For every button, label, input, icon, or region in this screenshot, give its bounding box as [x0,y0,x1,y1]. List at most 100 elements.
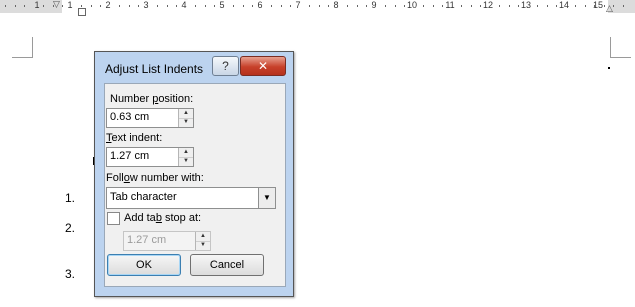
ruler-number: 4 [181,0,187,10]
adjust-list-indents-dialog: Adjust List Indents ? ✕ Number position:… [94,51,294,297]
ruler-tick [366,5,367,7]
ruler-tick [328,5,329,7]
spin-down-icon: ▼ [200,242,206,248]
ruler-tick [480,5,481,7]
ruler-tick [119,5,120,7]
ruler-tick [499,5,500,7]
dialog-title: Adjust List Indents [105,62,204,76]
ruler-tick [509,5,510,7]
ruler-number: 2 [105,0,111,10]
ruler-tick [442,5,443,7]
add-tab-stop-checkbox[interactable] [107,212,120,225]
ruler-tick [271,5,272,7]
ruler-tick [357,5,358,7]
ruler-tick [176,5,177,7]
cancel-button[interactable]: Cancel [190,254,264,276]
ruler-tick [319,5,320,7]
ruler-tick [547,5,548,7]
ruler-tick [385,5,386,7]
text-cursor-mark [608,67,610,69]
ruler-tick [233,5,234,7]
ruler-tick [585,5,586,7]
ruler-tick [594,5,595,7]
ruler-tick [575,5,576,7]
list-number-2: 2. [65,221,76,235]
ruler-tick [347,5,348,7]
ruler-tick [138,5,139,7]
ruler-tick [461,5,462,7]
ruler-tick [205,5,206,7]
ruler-tick [556,5,557,7]
spin-down-icon[interactable]: ▼ [179,118,193,127]
ruler-tick [91,5,92,7]
ruler-number: 8 [333,0,339,10]
ruler-tick [243,5,244,7]
horizontal-ruler[interactable]: 1 1 2 3 4 5 6 7 8 9 10 11 12 13 14 15 ▽ △ [0,0,635,16]
ruler-number: 6 [257,0,263,10]
tab-stop-spinner: 1.27 cm ▲ ▼ [123,231,211,251]
list-number-1: 1. [65,191,76,205]
tab-stop-arrows: ▲ ▼ [195,232,210,250]
ruler-tick [43,5,44,7]
ruler-tick [100,5,101,7]
follow-number-label: Follow number with: [106,172,204,184]
page-corner-top-left [12,37,33,58]
spin-down-icon[interactable]: ▼ [179,157,193,166]
ruler-number: 9 [371,0,377,10]
close-icon: ✕ [257,59,269,73]
ruler-number: 12 [483,0,494,10]
ruler-number: 1 [67,0,73,10]
text-indent-arrows: ▲ ▼ [178,148,193,166]
ruler-tick [252,5,253,7]
ruler-tick [471,5,472,7]
ruler-tick [62,5,63,7]
ruler-number: 10 [407,0,418,10]
ruler-number: 1 [34,0,40,10]
ruler-tick [613,5,614,7]
ruler-tick [395,5,396,7]
text-indent-spinner[interactable]: 1.27 cm ▲ ▼ [106,147,194,167]
ruler-tick [15,5,16,7]
ruler-tick [281,5,282,7]
close-button[interactable]: ✕ [240,56,286,76]
right-indent-marker[interactable]: △ [606,4,613,13]
ruler-number: 7 [295,0,301,10]
ruler-tick [290,5,291,7]
ruler-tick [167,5,168,7]
left-indent-marker[interactable] [78,8,86,16]
ruler-tick [537,5,538,7]
number-position-spinner[interactable]: 0.63 cm ▲ ▼ [106,108,194,128]
hanging-indent-marker[interactable]: ▽ [53,0,60,9]
ruler-number: 11 [445,0,455,10]
ruler-tick [423,5,424,7]
ruler-number: 5 [219,0,225,10]
ruler-tick [5,5,6,7]
ruler-tick [404,5,405,7]
number-position-value[interactable]: 0.63 cm [110,111,149,123]
ruler-number: 3 [143,0,149,10]
number-position-label: Number position: [110,93,194,105]
ruler-tick [24,5,25,7]
ruler-tick [518,5,519,7]
ruler-tick [214,5,215,7]
ok-button[interactable]: OK [107,254,181,276]
add-tab-stop-label[interactable]: Add tab stop at: [124,212,201,224]
ruler-tick [157,5,158,7]
ruler-tick [81,5,82,7]
follow-number-select[interactable]: Tab character ▼ [106,187,276,209]
ruler-tick [433,5,434,7]
ruler-number: 13 [521,0,532,10]
ruler-tick [623,5,624,7]
dialog-body: Number position: 0.63 cm ▲ ▼ Text indent… [104,83,286,287]
list-number-3: 3. [65,267,76,281]
chevron-down-icon[interactable]: ▼ [258,188,275,208]
ruler-tick [604,5,605,7]
ruler-tick [309,5,310,7]
ruler-number: 14 [559,0,570,10]
text-indent-label: Text indent: [106,132,163,144]
help-icon: ? [222,59,229,73]
dialog-titlebar[interactable]: Adjust List Indents ? ✕ [95,52,293,80]
text-indent-value[interactable]: 1.27 cm [110,150,149,162]
help-button[interactable]: ? [212,56,239,76]
page-corner-top-right [610,37,631,58]
